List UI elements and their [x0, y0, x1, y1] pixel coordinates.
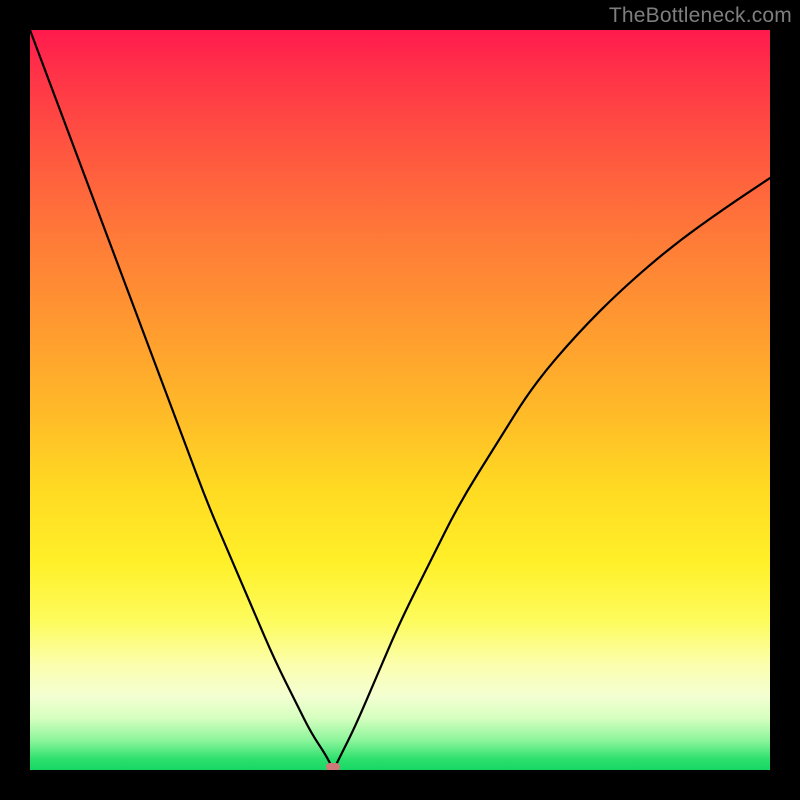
bottleneck-curve — [30, 30, 770, 766]
watermark-text: TheBottleneck.com — [609, 4, 792, 28]
minimum-marker — [326, 763, 340, 770]
curve-svg — [30, 30, 770, 770]
plot-area — [30, 30, 770, 770]
chart-frame: TheBottleneck.com — [0, 0, 800, 800]
